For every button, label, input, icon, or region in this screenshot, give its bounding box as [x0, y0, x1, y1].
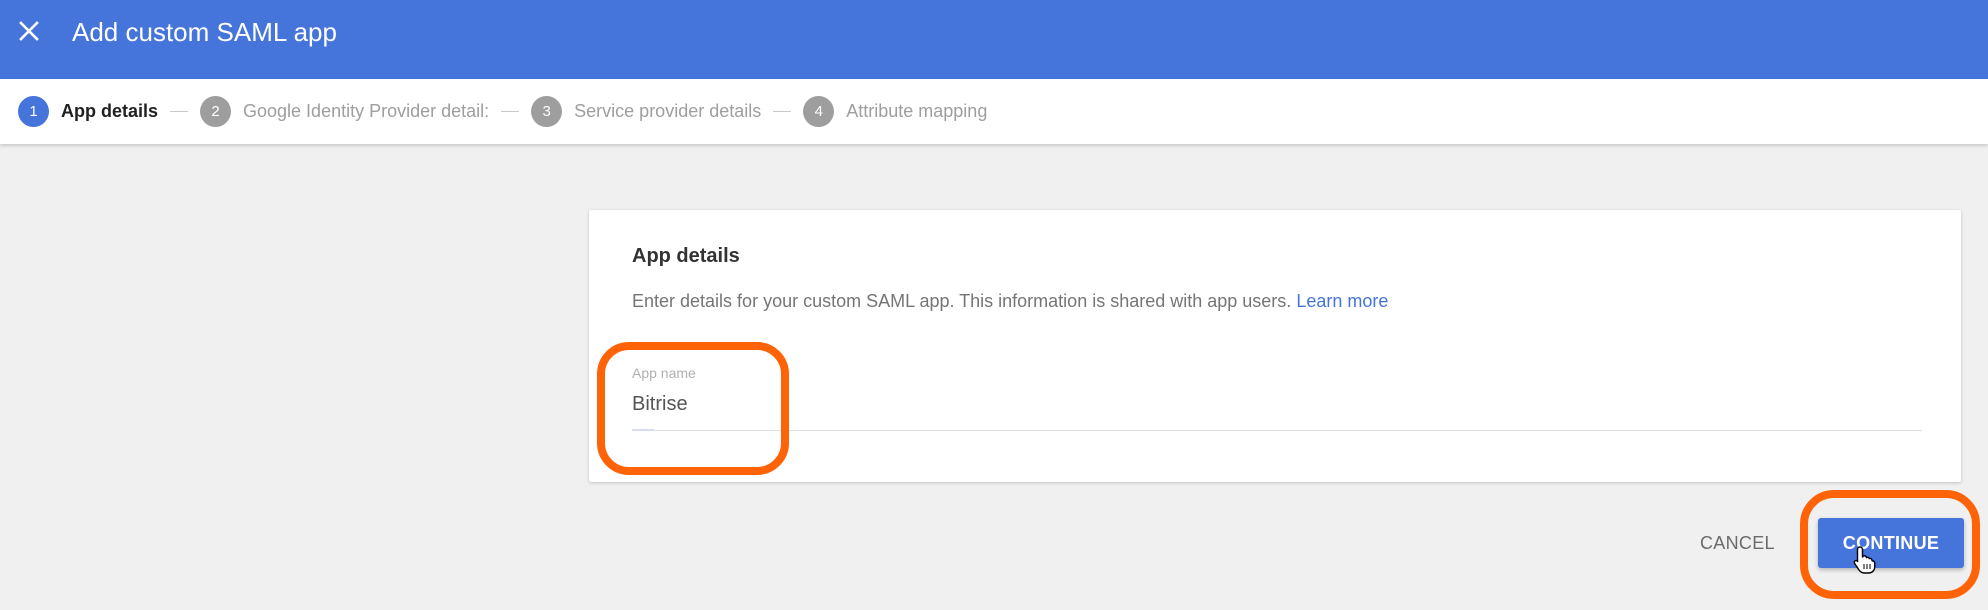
- app-name-input[interactable]: [632, 389, 1922, 419]
- card-description: Enter details for your custom SAML app. …: [632, 291, 1388, 312]
- step-attribute-mapping[interactable]: 4 Attribute mapping: [803, 96, 987, 127]
- step-divider: [773, 111, 792, 112]
- step-label: Attribute mapping: [846, 101, 988, 121]
- description-text: Enter details for your custom SAML app. …: [632, 291, 1292, 311]
- step-app-details[interactable]: 1 App details: [18, 96, 158, 127]
- step-service-provider-details[interactable]: 3 Service provider details: [531, 96, 761, 127]
- step-label: App details: [61, 101, 159, 121]
- step-number: 4: [803, 96, 835, 127]
- step-label: Google Identity Provider detail:: [243, 101, 490, 121]
- close-button[interactable]: [14, 14, 44, 48]
- step-divider: [170, 111, 189, 112]
- step-divider: [501, 111, 520, 112]
- app-name-field: App name: [632, 365, 1922, 433]
- page-title: Add custom SAML app: [72, 17, 337, 47]
- app-header: Add custom SAML app: [0, 0, 1988, 79]
- continue-button[interactable]: CONTINUE: [1818, 518, 1964, 568]
- field-focus-underline: [632, 429, 654, 431]
- step-number: 1: [18, 96, 49, 127]
- cancel-button[interactable]: CANCEL: [1700, 524, 1775, 562]
- field-underline: [632, 430, 1922, 431]
- stepper: 1 App details 2 Google Identity Provider…: [0, 79, 1988, 144]
- app-details-card: App details Enter details for your custo…: [589, 210, 1961, 482]
- step-google-idp-details[interactable]: 2 Google Identity Provider detail:: [200, 96, 489, 127]
- learn-more-link[interactable]: Learn more: [1296, 291, 1388, 311]
- step-number: 3: [531, 96, 563, 127]
- app-name-label: App name: [632, 365, 696, 381]
- step-label: Service provider details: [574, 101, 762, 121]
- card-title: App details: [632, 245, 740, 267]
- close-icon: [19, 21, 39, 41]
- step-number: 2: [200, 96, 232, 127]
